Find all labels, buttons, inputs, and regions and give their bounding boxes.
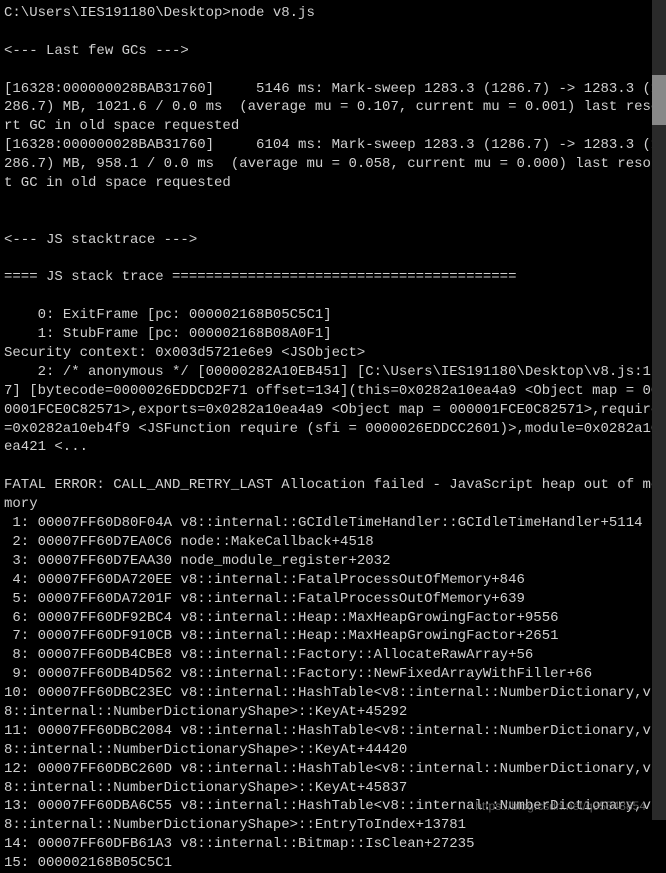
native-stack-line: 8: 00007FF60DB4CBE8 v8::internal::Factor… [4, 647, 533, 663]
security-context: Security context: 0x003d5721e6e9 <JSObje… [4, 345, 365, 361]
stack-frame: 1: StubFrame [pc: 000002168B08A0F1] [4, 326, 332, 342]
native-stack-line: 3: 00007FF60D7EAA30 node_module_register… [4, 553, 390, 569]
native-stack-line: 4: 00007FF60DA720EE v8::internal::FatalP… [4, 572, 525, 588]
js-stacktrace-header: <--- JS stacktrace ---> [4, 232, 197, 248]
vertical-scrollbar[interactable] [652, 0, 666, 820]
stack-frame: 0: ExitFrame [pc: 000002168B05C5C1] [4, 307, 332, 323]
stack-frame: 2: /* anonymous */ [00000282A10EB451] [C… [4, 364, 659, 456]
native-stack-line: 6: 00007FF60DF92BC4 v8::internal::Heap::… [4, 610, 559, 626]
native-stack-line: 1: 00007FF60D80F04A v8::internal::GCIdle… [4, 515, 643, 531]
native-stack-line: 9: 00007FF60DB4D562 v8::internal::Factor… [4, 666, 592, 682]
native-stack-line: 15: 000002168B05C5C1 [4, 855, 172, 871]
command-prompt: C:\Users\IES191180\Desktop>node v8.js [4, 5, 315, 21]
js-stack-trace-divider: ==== JS stack trace ====================… [4, 269, 516, 285]
terminal-output[interactable]: C:\Users\IES191180\Desktop>node v8.js <-… [4, 4, 664, 873]
native-stack-line: 7: 00007FF60DF910CB v8::internal::Heap::… [4, 628, 559, 644]
gc-entry: [16328:000000028BAB31760] 6104 ms: Mark-… [4, 137, 659, 191]
gc-entry: [16328:000000028BAB31760] 5146 ms: Mark-… [4, 81, 659, 135]
native-stack-line: 12: 00007FF60DBC260D v8::internal::HashT… [4, 761, 651, 796]
native-stack-line: 10: 00007FF60DBC23EC v8::internal::HashT… [4, 685, 651, 720]
native-stack-line: 2: 00007FF60D7EA0C6 node::MakeCallback+4… [4, 534, 374, 550]
scrollbar-thumb[interactable] [652, 75, 666, 125]
gc-header: <--- Last few GCs ---> [4, 43, 189, 59]
native-stack-line: 11: 00007FF60DBC2084 v8::internal::HashT… [4, 723, 651, 758]
native-stack-line: 14: 00007FF60DFB61A3 v8::internal::Bitma… [4, 836, 474, 852]
fatal-error: FATAL ERROR: CALL_AND_RETRY_LAST Allocat… [4, 477, 659, 512]
watermark: https://blog.csdn.net/q95548854 [475, 798, 646, 814]
native-stack-line: 5: 00007FF60DA7201F v8::internal::FatalP… [4, 591, 525, 607]
